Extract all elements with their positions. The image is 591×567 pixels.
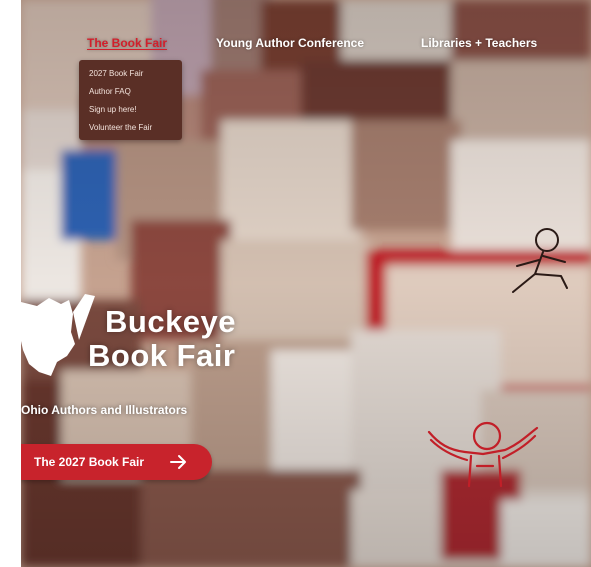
- nav-item-libraries-teachers[interactable]: Libraries + Teachers: [421, 36, 537, 50]
- hero-section: The Book Fair Young Author Conference Li…: [21, 0, 591, 567]
- reading-figure-icon: [512, 228, 568, 293]
- dropdown-item-author-faq[interactable]: Author FAQ: [89, 87, 131, 96]
- nav-item-the-book-fair[interactable]: The Book Fair: [87, 36, 167, 50]
- dropdown-item-volunteer[interactable]: Volunteer the Fair: [89, 123, 152, 132]
- dropdown-item-2027-book-fair[interactable]: 2027 Book Fair: [89, 69, 143, 78]
- cta-label: The 2027 Book Fair: [34, 455, 145, 469]
- dropdown-item-sign-up[interactable]: Sign up here!: [89, 105, 137, 114]
- tagline: Ohio Authors and Illustrators: [21, 403, 188, 417]
- jumping-figure-icon: [427, 421, 539, 488]
- nav-item-young-author-conference[interactable]: Young Author Conference: [216, 36, 364, 50]
- ohio-map-logo-icon: [21, 294, 95, 376]
- brand-name-line-2: Book Fair: [88, 338, 236, 373]
- arrow-right-icon: [170, 455, 186, 469]
- book-fair-dropdown-menu: 2027 Book Fair Author FAQ Sign up here! …: [79, 60, 182, 140]
- book-fair-2027-button[interactable]: The 2027 Book Fair: [21, 444, 212, 480]
- brand-name-line-1: Buckeye: [105, 304, 237, 339]
